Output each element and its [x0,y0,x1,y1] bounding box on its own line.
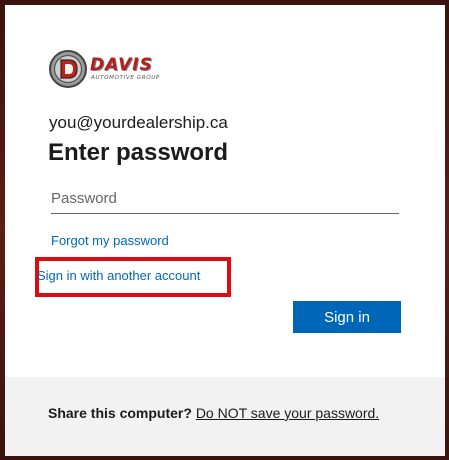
page-title: Enter password [48,139,229,166]
logo-tagline: AUTOMOTIVE GROUP [91,75,160,81]
davis-emblem-icon [49,50,87,88]
sign-in-another-account-link[interactable]: Sign in with another account [37,268,200,283]
forgot-password-link[interactable]: Forgot my password [51,233,169,248]
account-email: you@yourdealership.ca [49,113,228,132]
do-not-save-password-link[interactable]: Do NOT save your password. [196,405,379,421]
company-logo: DAVIS AUTOMOTIVE GROUP [48,49,168,91]
footer-question: Share this computer? [48,405,192,421]
footer-panel: Share this computer? Do NOT save your pa… [5,377,445,456]
logo-wordmark: DAVIS [90,55,153,75]
sign-in-card: DAVIS AUTOMOTIVE GROUP you@yourdealershi… [5,5,445,456]
footer-text: Share this computer? Do NOT save your pa… [48,405,379,421]
password-input[interactable] [51,183,399,214]
sign-in-button[interactable]: Sign in [293,301,401,333]
